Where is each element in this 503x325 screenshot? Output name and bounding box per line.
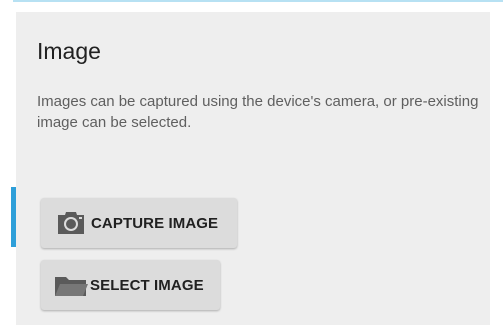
capture-image-button[interactable]: CAPTURE IMAGE [41, 198, 237, 248]
top-divider [0, 0, 503, 2]
screen: Image Images can be captured using the d… [0, 0, 503, 325]
camera-icon [54, 210, 88, 236]
capture-image-label: CAPTURE IMAGE [91, 214, 219, 232]
focus-accent-bar [11, 187, 16, 247]
select-image-button[interactable]: SELECT IMAGE [41, 260, 220, 310]
select-image-label: SELECT IMAGE [90, 276, 204, 294]
card-title: Image [37, 38, 101, 64]
folder-icon [54, 272, 88, 298]
left-gutter [0, 0, 13, 325]
image-question-card: Image Images can be captured using the d… [16, 12, 490, 325]
right-gutter [490, 12, 503, 325]
card-description: Images can be captured using the device'… [37, 93, 479, 131]
